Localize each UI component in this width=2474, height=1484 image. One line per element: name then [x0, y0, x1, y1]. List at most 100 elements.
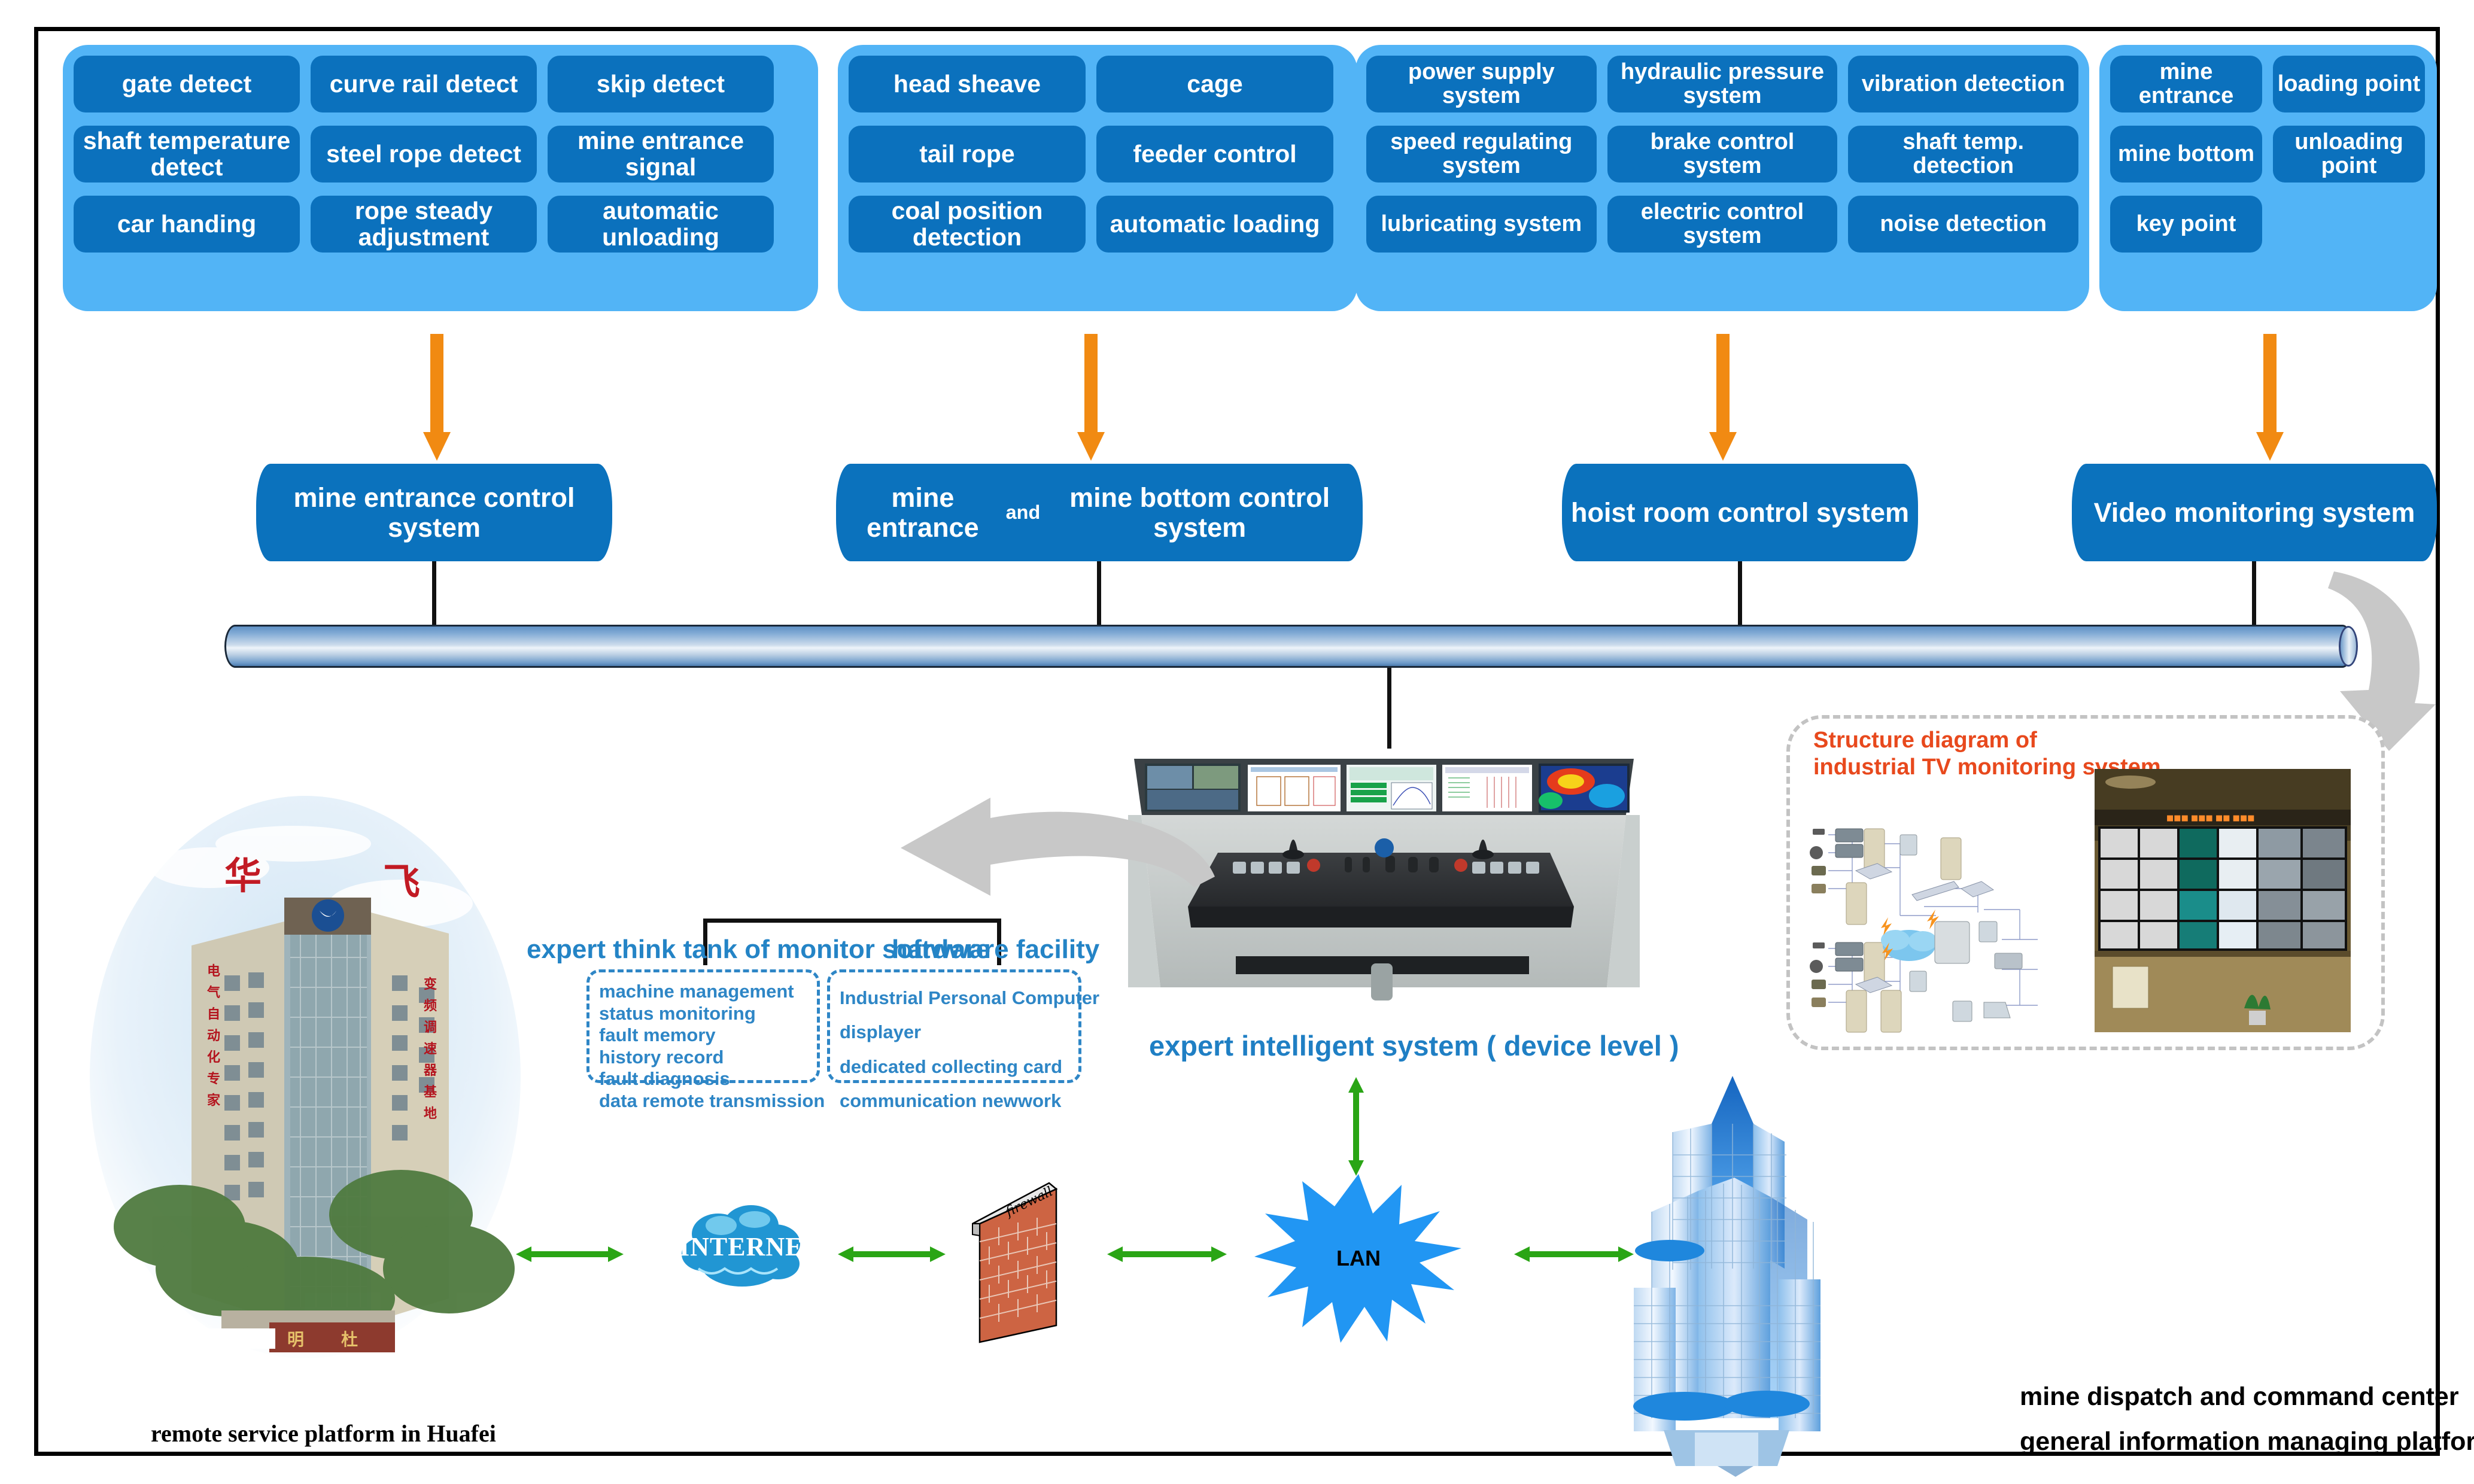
software-item: machine management: [599, 981, 794, 1002]
sensor-chip[interactable]: loading point: [2273, 56, 2425, 112]
internet-label: INTERNET: [679, 1232, 822, 1261]
svg-text:器: 器: [423, 1063, 437, 1078]
svg-text:家: 家: [207, 1093, 221, 1108]
sensor-chip[interactable]: noise detection: [1848, 196, 2079, 253]
sensor-chip[interactable]: unloading point: [2273, 126, 2425, 183]
sensor-group-video-points: mine entrance loading point mine bottom …: [2099, 45, 2437, 311]
control-room-wall-photo: ■■■ ■■■ ■■ ■■■: [2095, 769, 2351, 1032]
green-arrow-firewall-to-lan: [1107, 1246, 1227, 1262]
sensor-chip[interactable]: feeder control: [1096, 126, 1333, 183]
lan-label: LAN: [1336, 1246, 1381, 1270]
sensor-chip[interactable]: power supply system: [1366, 56, 1597, 112]
sensor-group-mine-entrance: gate detect curve rail detect skip detec…: [63, 45, 818, 311]
control-box-label: Video monitoring system: [2093, 497, 2415, 528]
svg-text:■■■ ■■■ ■■ ■■■: ■■■ ■■■ ■■ ■■■: [2166, 814, 2255, 823]
hardware-item: displayer: [840, 1021, 922, 1043]
connector-line: [2252, 561, 2256, 626]
grey-curved-arrow-left: [811, 793, 1224, 925]
tv-panel-title-line1: Structure diagram of: [1813, 728, 2037, 753]
svg-text:化: 化: [207, 1050, 220, 1065]
control-box-label-pre: mine entrance: [867, 482, 979, 543]
orange-arrow-down: [2256, 334, 2284, 461]
sensor-chip[interactable]: cage: [1096, 56, 1333, 112]
sensor-group-mine-bottom: head sheave cage tail rope feeder contro…: [838, 45, 1357, 311]
green-arrow-console-to-lan: [1348, 1077, 1364, 1176]
control-box-label-post: mine bottom control system: [1069, 482, 1330, 543]
sensor-chip[interactable]: curve rail detect: [311, 56, 537, 112]
sensor-chip[interactable]: shaft temperature detect: [74, 126, 300, 183]
green-arrow-lan-to-center: [1514, 1246, 1634, 1262]
console-caption: expert intelligent system ( device level…: [1149, 1030, 1679, 1062]
sensor-chip[interactable]: coal position detection: [849, 196, 1086, 253]
hardware-header: hardware facility: [892, 935, 1100, 964]
hardware-item: dedicated collecting card: [840, 1056, 1063, 1077]
right-caption-line2: general information managing platform: [2020, 1427, 2474, 1456]
connector-line: [432, 561, 436, 626]
sensor-chip[interactable]: key point: [2110, 196, 2262, 253]
sensor-chip[interactable]: mine entrance: [2110, 56, 2262, 112]
control-box-mine-entrance[interactable]: mine entrance control system: [256, 464, 612, 561]
control-box-hoist-room[interactable]: hoist room control system: [1562, 464, 1918, 561]
software-item: data remote transmission: [599, 1090, 825, 1111]
right-caption-line1: mine dispatch and command center: [2020, 1382, 2459, 1411]
sensor-chip[interactable]: brake control system: [1607, 126, 1838, 183]
software-item: status monitoring: [599, 1002, 756, 1024]
software-item: history record: [599, 1046, 724, 1068]
software-item: fault diagnosis: [599, 1068, 730, 1090]
sensor-chip[interactable]: vibration detection: [1848, 56, 2079, 112]
sensor-chip[interactable]: head sheave: [849, 56, 1086, 112]
sensor-chip[interactable]: electric control system: [1607, 196, 1838, 253]
diagram-canvas: gate detect curve rail detect skip detec…: [0, 0, 2474, 1484]
control-box-video-monitoring[interactable]: Video monitoring system: [2072, 464, 2437, 561]
svg-text:专: 专: [207, 1071, 220, 1087]
control-box-label-mid: and: [1005, 501, 1041, 523]
connector-line: [1738, 561, 1742, 626]
sensor-chip[interactable]: car handing: [74, 196, 300, 253]
svg-text:气: 气: [206, 985, 220, 1001]
sensor-chip[interactable]: gate detect: [74, 56, 300, 112]
svg-text:电: 电: [207, 964, 220, 979]
command-center-building: [1628, 1071, 1999, 1478]
lan-star: LAN: [1251, 1167, 1466, 1346]
svg-text:动: 动: [207, 1029, 220, 1044]
svg-text:明: 明: [287, 1330, 304, 1349]
software-items-box: machine management status monitoring fau…: [586, 969, 825, 1111]
connector-line: [1387, 668, 1391, 749]
left-photo-caption: remote service platform in Huafei: [151, 1420, 496, 1447]
orange-arrow-down: [423, 334, 451, 461]
orange-arrow-down: [1077, 334, 1105, 461]
sensor-chip[interactable]: automatic unloading: [548, 196, 774, 253]
hardware-item: communication newwork: [840, 1090, 1062, 1112]
sensor-chip[interactable]: mine bottom: [2110, 126, 2262, 183]
sensor-chip[interactable]: speed regulating system: [1366, 126, 1597, 183]
svg-text:地: 地: [424, 1106, 437, 1121]
svg-text:频: 频: [424, 999, 437, 1014]
sensor-chip[interactable]: steel rope detect: [311, 126, 537, 183]
green-arrow-building-to-internet: [516, 1246, 624, 1262]
sensor-chip[interactable]: skip detect: [548, 56, 774, 112]
green-arrow-internet-to-firewall: [838, 1246, 946, 1262]
internet-cloud: INTERNET: [679, 1197, 822, 1297]
sensor-chip[interactable]: shaft temp. detection: [1848, 126, 2079, 183]
svg-text:基: 基: [424, 1085, 437, 1100]
connector-line: [1097, 561, 1101, 626]
sensor-chip[interactable]: hydraulic pressure system: [1607, 56, 1838, 112]
orange-arrow-down: [1709, 334, 1737, 461]
tv-network-schematic: [1804, 811, 2080, 1038]
svg-text:杜: 杜: [341, 1330, 358, 1349]
sensor-chip[interactable]: tail rope: [849, 126, 1086, 183]
svg-text:变: 变: [424, 977, 437, 992]
sensor-group-hoist-room: power supply system hydraulic pressure s…: [1355, 45, 2089, 311]
svg-text:速: 速: [424, 1041, 437, 1057]
sensor-chip[interactable]: rope steady adjustment: [311, 196, 537, 253]
hardware-items-box: Industrial Personal Computer displayer d…: [827, 969, 1100, 1111]
software-item: fault memory: [599, 1024, 716, 1046]
svg-text:飞: 飞: [383, 860, 420, 904]
sensor-chip[interactable]: lubricating system: [1366, 196, 1597, 253]
hardware-item: Industrial Personal Computer: [840, 987, 1100, 1008]
sensor-chip[interactable]: mine entrance signal: [548, 126, 774, 183]
svg-text:华: 华: [224, 854, 262, 898]
sensor-chip[interactable]: automatic loading: [1096, 196, 1333, 253]
control-box-label: hoist room control system: [1570, 497, 1910, 528]
control-box-mine-entrance-bottom[interactable]: mine entrance and mine bottom control sy…: [836, 464, 1363, 561]
